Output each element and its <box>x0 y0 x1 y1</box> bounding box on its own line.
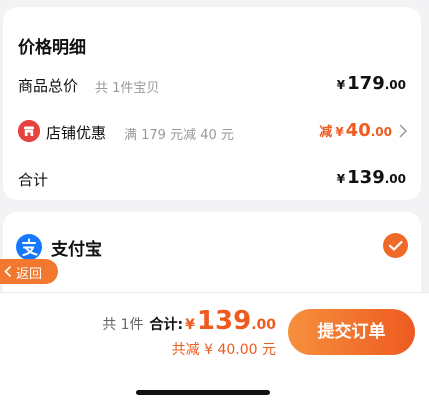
amount-integer: 179 <box>347 73 385 94</box>
shop-discount-rule: 满 179 元减 40 元 <box>124 128 234 143</box>
checkout-summary: 共 1件 合计: ¥139.00 <box>102 306 276 336</box>
price-detail-card: 价格明细 商品总价 共 1件宝贝 ¥179.00 店铺优惠 满 179 元减 4… <box>3 7 421 200</box>
amount-decimal: .00 <box>384 78 406 92</box>
total-row: 合计 ¥139.00 <box>18 167 406 191</box>
currency-symbol: ¥ <box>185 317 195 333</box>
item-count: 共 1件 <box>102 317 144 333</box>
alipay-icon <box>16 234 42 260</box>
currency-symbol: ¥ <box>336 78 346 92</box>
goods-total-amount: ¥179.00 <box>337 73 406 94</box>
price-detail-title: 价格明细 <box>18 38 86 58</box>
checkout-total-decimal: .00 <box>251 317 276 333</box>
total-amount: ¥139.00 <box>337 167 406 188</box>
amount-decimal: .00 <box>384 172 406 186</box>
amount-integer: 139 <box>347 167 385 188</box>
chevron-left-icon <box>4 265 12 278</box>
amount-decimal: .00 <box>370 125 392 139</box>
chevron-right-icon <box>399 124 408 138</box>
shop-discount-label: 店铺优惠 <box>46 124 107 142</box>
submit-order-button[interactable]: 提交订单 <box>288 309 415 355</box>
goods-total-row: 商品总价 共 1件宝贝 ¥179.00 <box>18 73 406 97</box>
shop-discount-amount: 减 ¥40.00 <box>319 120 392 141</box>
checkout-total-label: 合计: <box>149 317 184 333</box>
checkout-total-integer: 139 <box>196 306 252 336</box>
currency-symbol: ¥ <box>335 125 344 139</box>
total-label: 合计 <box>18 171 49 189</box>
back-label: 返回 <box>16 267 43 282</box>
back-button[interactable]: 返回 <box>0 259 58 284</box>
shop-discount-row[interactable]: 店铺优惠 满 179 元减 40 元 减 ¥40.00 <box>18 120 408 144</box>
discount-prefix: 减 <box>319 125 333 140</box>
checkout-discount: 共减 ¥ 40.00 元 <box>171 342 276 358</box>
checkout-bar: 共 1件 合计: ¥139.00 共减 ¥ 40.00 元 提交订单 <box>0 292 429 402</box>
home-indicator <box>136 390 270 395</box>
alipay-label: 支付宝 <box>51 240 102 260</box>
goods-count-text: 共 1件宝贝 <box>95 81 160 96</box>
amount-integer: 40 <box>345 120 371 141</box>
goods-total-label: 商品总价 <box>18 77 79 95</box>
currency-symbol: ¥ <box>336 172 346 186</box>
shop-icon <box>18 120 40 142</box>
check-icon[interactable] <box>383 233 408 258</box>
